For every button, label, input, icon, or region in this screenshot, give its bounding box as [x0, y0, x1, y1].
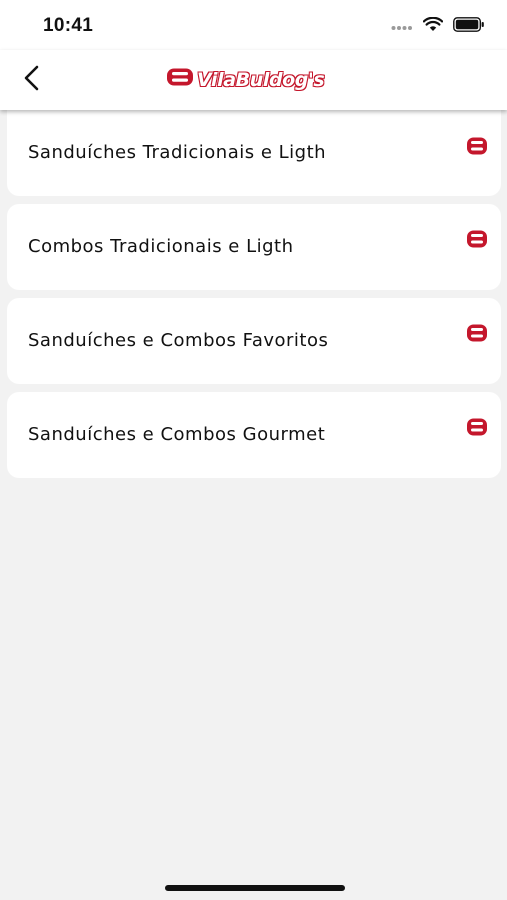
- home-indicator[interactable]: [165, 885, 345, 891]
- signal-dots-icon: [391, 18, 413, 36]
- category-label: Sanduíches e Combos Favoritos: [28, 330, 329, 351]
- brand-mark-icon: [466, 229, 488, 249]
- battery-icon: [453, 17, 485, 37]
- brand-mark-icon: [466, 323, 488, 343]
- status-icons: [391, 16, 485, 37]
- category-card[interactable]: Sanduíches e Combos Gourmet: [7, 392, 501, 478]
- brand-mark-icon: [466, 417, 488, 437]
- chevron-left-icon: [22, 65, 42, 96]
- brand-logo: VilaBuldog's: [166, 67, 325, 92]
- status-time: 10:41: [43, 15, 94, 36]
- category-list: Sanduíches Tradicionais e Ligth Combos T…: [7, 110, 501, 486]
- back-button[interactable]: [14, 62, 50, 98]
- category-card[interactable]: Sanduíches e Combos Favoritos: [7, 298, 501, 384]
- category-card[interactable]: Combos Tradicionais e Ligth: [7, 204, 501, 290]
- brand-mark-icon: [166, 67, 194, 92]
- category-label: Sanduíches e Combos Gourmet: [28, 424, 326, 445]
- category-label: Sanduíches Tradicionais e Ligth: [28, 142, 327, 163]
- app-header: VilaBuldog's: [0, 50, 507, 110]
- category-card[interactable]: Sanduíches Tradicionais e Ligth: [7, 110, 501, 196]
- logo-text: VilaBuldog's: [196, 68, 325, 91]
- brand-mark-icon: [466, 136, 488, 156]
- category-label: Combos Tradicionais e Ligth: [28, 236, 294, 257]
- wifi-icon: [422, 16, 444, 37]
- status-bar: 10:41: [0, 0, 507, 50]
